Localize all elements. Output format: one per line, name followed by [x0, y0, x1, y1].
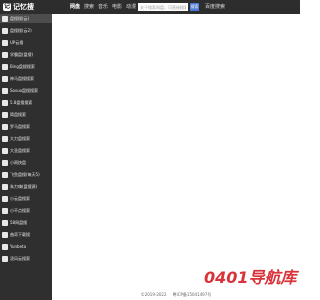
site-icon — [2, 75, 8, 82]
footer: ©2019-2022 粤ICP备15041497号 — [52, 290, 300, 300]
site-icon — [2, 183, 8, 190]
nav-item-netdisk[interactable]: 网盘 — [68, 0, 82, 14]
sidebar-item[interactable]: Yunbeta — [0, 242, 52, 251]
search-input[interactable] — [138, 3, 188, 11]
search-button[interactable]: 搜索 — [190, 3, 199, 11]
sidebar-item-label: 大力盘搜索 — [10, 136, 30, 141]
sidebar-item[interactable]: 小云盘搜索 — [0, 194, 52, 203]
watermark-text: 0401导航库 — [204, 268, 297, 287]
site-icon — [2, 231, 8, 238]
sidebar: 盘搜搜(云) 盘搜搜(云2) UP云搜 学霸盘(盘搜) Bing盘搜搜索 神马盘… — [0, 14, 52, 300]
sidebar-item-label: 大圣盘搜索 — [10, 148, 30, 153]
sidebar-item[interactable]: 盘搜搜(云) — [0, 14, 52, 23]
main-content — [52, 14, 300, 288]
site-icon — [2, 171, 8, 178]
sidebar-item-label: 5.8盘搜搜索 — [10, 100, 33, 105]
site-logo[interactable]: 记 记忆搜 — [3, 1, 41, 13]
sidebar-item-label: Yunbeta — [10, 244, 27, 249]
sidebar-item-label: 曲奇下载搜 — [10, 232, 30, 237]
sidebar-item[interactable]: Bing盘搜搜索 — [0, 62, 52, 71]
site-icon — [2, 159, 8, 166]
sidebar-item[interactable]: 曲奇下载搜 — [0, 230, 52, 239]
sidebar-item[interactable]: 小雨快盘 — [0, 158, 52, 167]
sidebar-item-label: 飞鱼盘搜(每天5) — [10, 172, 40, 177]
sidebar-item-label: 小雨快盘 — [10, 160, 26, 165]
sidebar-item[interactable]: 学霸盘(盘搜) — [0, 50, 52, 59]
footer-icp-link[interactable]: 粤ICP备15041497号 — [173, 290, 212, 300]
sidebar-item-label: 神马盘搜搜索 — [10, 76, 34, 81]
logo-text: 记忆搜 — [13, 3, 34, 11]
sidebar-item[interactable]: 58网盘搜 — [0, 218, 52, 227]
sidebar-item-label: 罗马盘搜索 — [10, 124, 30, 129]
nav-item-movie[interactable]: 电影 — [110, 0, 124, 14]
sidebar-item[interactable]: 5.8盘搜搜索 — [0, 98, 52, 107]
site-icon — [2, 51, 8, 58]
site-icon — [2, 147, 8, 154]
nav-item-search[interactable]: 搜索 — [82, 0, 96, 14]
sidebar-item-label: 凌风云搜索 — [10, 256, 30, 261]
sidebar-item[interactable]: Sosuo盘搜搜索 — [0, 86, 52, 95]
logo-icon: 记 — [3, 3, 11, 11]
sidebar-item[interactable]: 朱力嗨(盘搜源) — [0, 182, 52, 191]
nav-item-music[interactable]: 音乐 — [96, 0, 110, 14]
sidebar-item-label: 盘搜搜(云2) — [10, 28, 32, 33]
sidebar-item-label: 58网盘搜 — [10, 220, 28, 225]
sidebar-item-label: Bing盘搜搜索 — [10, 64, 35, 69]
site-icon — [2, 99, 8, 106]
site-icon — [2, 135, 8, 142]
sidebar-item-label: 学霸盘(盘搜) — [10, 52, 34, 57]
sidebar-item-label: 小云盘搜索 — [10, 196, 30, 201]
sidebar-item-label: Sosuo盘搜搜索 — [10, 88, 39, 93]
sidebar-item[interactable]: 小不点搜索 — [0, 206, 52, 215]
baidu-search-link[interactable]: 百度搜索 — [205, 0, 225, 14]
site-icon — [2, 195, 8, 202]
site-icon — [2, 63, 8, 70]
sidebar-item-label: 朱力嗨(盘搜源) — [10, 184, 38, 189]
sidebar-item[interactable]: 飞鱼盘搜(每天5) — [0, 170, 52, 179]
sidebar-item[interactable]: 大力盘搜索 — [0, 134, 52, 143]
site-icon — [2, 219, 8, 226]
sidebar-item[interactable]: UP云搜 — [0, 38, 52, 47]
sidebar-item[interactable]: 罗马盘搜索 — [0, 122, 52, 131]
sidebar-item[interactable]: 凌风云搜索 — [0, 254, 52, 263]
top-bar: 记 记忆搜 网盘 搜索 音乐 电影 动漫 购物 搜索 百度搜索 — [0, 0, 300, 14]
sidebar-item[interactable]: 大圣盘搜索 — [0, 146, 52, 155]
sidebar-item[interactable]: 神马盘搜搜索 — [0, 74, 52, 83]
site-icon — [2, 255, 8, 262]
site-icon — [2, 207, 8, 214]
sidebar-item-label: 小不点搜索 — [10, 208, 30, 213]
site-icon — [2, 15, 8, 22]
site-icon — [2, 39, 8, 46]
site-icon — [2, 123, 8, 130]
site-icon — [2, 87, 8, 94]
sidebar-item-label: UP云搜 — [10, 40, 24, 45]
footer-copyright: ©2019-2022 — [140, 292, 167, 297]
nav-item-anime[interactable]: 动漫 — [124, 0, 138, 14]
site-icon — [2, 27, 8, 34]
sidebar-item-label: 简盘搜索 — [10, 112, 26, 117]
site-icon — [2, 111, 8, 118]
sidebar-item-label: 盘搜搜(云) — [10, 16, 30, 21]
sidebar-item[interactable]: 盘搜搜(云2) — [0, 26, 52, 35]
site-icon — [2, 243, 8, 250]
watermark: 0401导航库 — [204, 266, 298, 287]
sidebar-item[interactable]: 简盘搜索 — [0, 110, 52, 119]
